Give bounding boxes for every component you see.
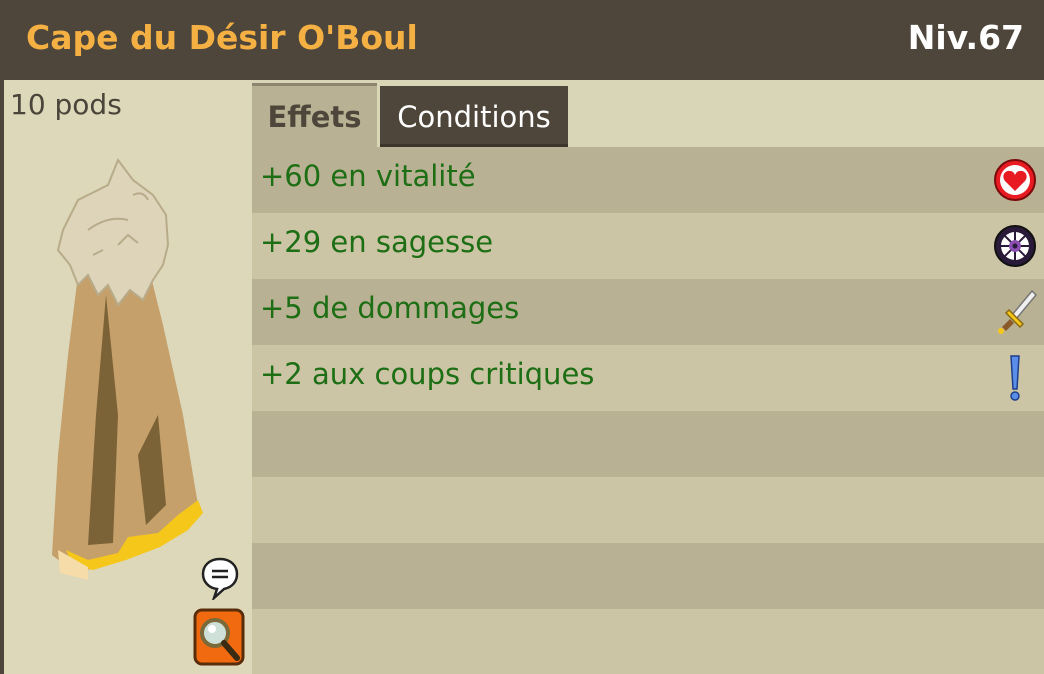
effect-row: +29 en sagesse bbox=[252, 213, 1044, 279]
tab-conditions[interactable]: Conditions bbox=[380, 86, 568, 147]
magnifier-icon[interactable] bbox=[193, 608, 245, 666]
tab-effets[interactable]: Effets bbox=[252, 83, 377, 147]
wisdom-icon bbox=[994, 225, 1036, 267]
effect-row-empty bbox=[252, 477, 1044, 543]
effect-text: +29 en sagesse bbox=[260, 225, 494, 259]
heart-icon bbox=[994, 159, 1036, 201]
effect-row-empty bbox=[252, 543, 1044, 609]
effect-row: +5 de dommages bbox=[252, 279, 1044, 345]
exclamation-icon bbox=[1010, 355, 1020, 401]
effect-row: +60 en vitalité bbox=[252, 147, 1044, 213]
cape-image bbox=[52, 157, 203, 580]
chat-bubble-icon[interactable] bbox=[200, 556, 240, 600]
effect-row-empty bbox=[252, 609, 1044, 674]
effect-text: +60 en vitalité bbox=[260, 159, 476, 193]
item-header: Cape du Désir O'Boul Niv.67 bbox=[0, 0, 1044, 80]
item-level: Niv.67 bbox=[907, 18, 1024, 57]
item-name: Cape du Désir O'Boul bbox=[26, 18, 418, 57]
effect-row-empty bbox=[252, 411, 1044, 477]
effects-list: +60 en vitalité +29 en sagesse +5 de dom… bbox=[252, 147, 1044, 674]
effect-row: +2 aux coups critiques bbox=[252, 345, 1044, 411]
effect-text: +2 aux coups critiques bbox=[260, 357, 595, 391]
item-weight: 10 pods bbox=[10, 88, 122, 121]
effect-text: +5 de dommages bbox=[260, 291, 520, 325]
sword-icon bbox=[998, 289, 1038, 334]
